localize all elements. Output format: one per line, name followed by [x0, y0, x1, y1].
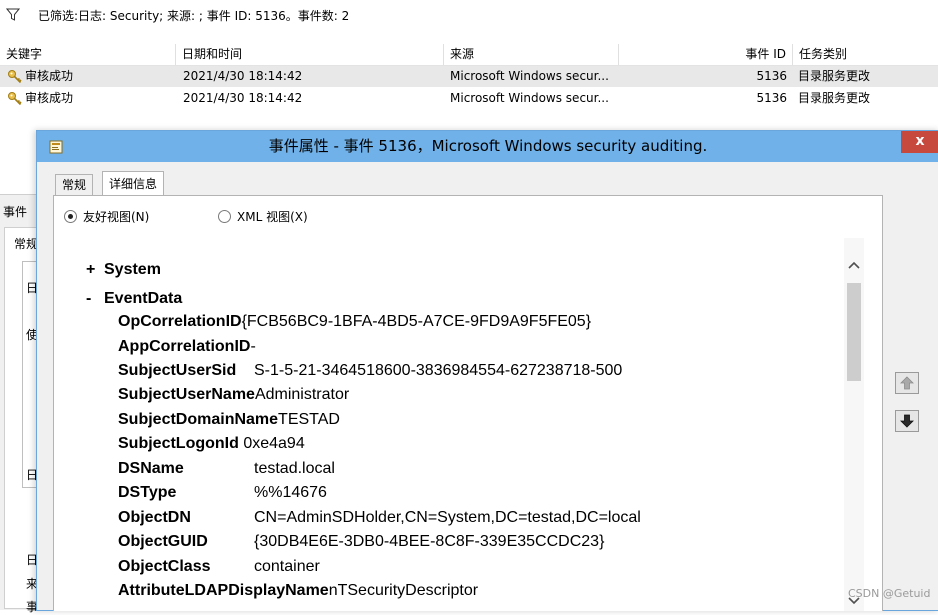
row-task-category: 目录服务更改: [798, 91, 871, 105]
chevron-up-icon[interactable]: [848, 260, 860, 270]
scrollbar-thumb[interactable]: [847, 283, 861, 381]
column-header-datetime[interactable]: 日期和时间: [176, 44, 444, 65]
vertical-scrollbar[interactable]: [844, 238, 864, 611]
radio-unselected-icon: [218, 210, 231, 223]
event-data-content: + System - EventData OpCorrelationID{FCB56…: [72, 238, 844, 611]
friendly-view-radio[interactable]: 友好视图(N): [64, 209, 149, 225]
field-value: TESTAD: [278, 411, 340, 428]
details-panel: 友好视图(N) XML 视图(X) + System - EventData OpC…: [53, 195, 883, 611]
field-name: ObjectDN: [118, 509, 191, 526]
tree-node-label: System: [104, 261, 161, 278]
column-header-keyword[interactable]: 关键字: [0, 44, 176, 65]
field-value: container: [254, 558, 320, 575]
field-value: S-1-5-21-3464518600-3836984554-627238718…: [254, 362, 623, 379]
field-value: Administrator: [254, 386, 350, 403]
tab-details[interactable]: 详细信息: [102, 171, 165, 196]
field-value: CN=AdminSDHolder,CN=System,DC=testad,DC=…: [254, 509, 641, 526]
next-event-button[interactable]: [895, 410, 919, 432]
row-event-id: 5136: [756, 69, 787, 83]
friendly-view-label: 友好视图(N): [83, 210, 150, 224]
filter-summary: 已筛选:日志: Security; 来源: ; 事件 ID: 5136。事件数:…: [38, 9, 350, 23]
expand-sign: +: [86, 261, 96, 278]
field-name: SubjectLogonId: [118, 435, 239, 452]
field-name: DSName: [118, 460, 184, 477]
row-datetime: 2021/4/30 18:14:42: [183, 91, 303, 105]
row-source: Microsoft Windows secur...: [450, 69, 609, 83]
tab-general[interactable]: 常规: [55, 174, 94, 196]
table-row[interactable]: 审核成功 2021/4/30 18:14:42 Microsoft Window…: [0, 66, 938, 87]
filter-bar: 已筛选:日志: Security; 来源: ; 事件 ID: 5136。事件数:…: [0, 0, 938, 45]
funnel-filter-icon: [6, 8, 20, 21]
row-keyword: 审核成功: [25, 69, 74, 83]
event-field: SubjectUserNameAdministrator: [118, 383, 349, 407]
field-name: AppCorrelationID: [118, 338, 251, 355]
tree-node-system[interactable]: + System: [86, 261, 161, 279]
xml-view-label: XML 视图(X): [237, 210, 308, 224]
field-name: SubjectUserName: [118, 386, 255, 403]
field-name: SubjectUserSid: [118, 362, 237, 379]
field-value: {FCB56BC9-1BFA-4BD5-A7CE-9FD9A9F5FE05}: [241, 313, 592, 330]
key-icon: [8, 92, 22, 106]
watermark: CSDN @Getuid: [848, 587, 931, 600]
event-data-view: + System - EventData OpCorrelationID{FCB56…: [72, 238, 864, 611]
event-field: ObjectClass container: [118, 555, 838, 579]
row-datetime: 2021/4/30 18:14:42: [183, 69, 303, 83]
field-name: DSType: [118, 484, 177, 501]
event-field: OpCorrelationID{FCB56BC9-1BFA-4BD5-A7CE-…: [118, 310, 591, 334]
row-task-category: 目录服务更改: [798, 69, 871, 83]
collapse-sign: -: [86, 290, 92, 307]
key-icon: [8, 70, 22, 84]
event-properties-dialog: 事件属性 - 事件 5136，Microsoft Windows securit…: [36, 130, 938, 611]
tree-node-eventdata[interactable]: - EventData: [86, 290, 182, 308]
event-field: AttributeLDAPDisplayNamenTSecurityDescri…: [118, 579, 478, 603]
dialog-titlebar[interactable]: 事件属性 - 事件 5136，Microsoft Windows securit…: [37, 131, 938, 162]
field-value: {30DB4E6E-3DB0-4BEE-8C8F-339E35CCDC23}: [254, 533, 605, 550]
row-event-id: 5136: [756, 91, 787, 105]
previous-event-button[interactable]: [895, 372, 919, 394]
xml-view-radio[interactable]: XML 视图(X): [218, 209, 308, 225]
column-header-source[interactable]: 来源: [444, 44, 619, 65]
row-source: Microsoft Windows secur...: [450, 91, 609, 105]
field-value: %%14676: [254, 484, 327, 501]
event-grid-header: 关键字 日期和时间 来源 事件 ID 任务类别: [0, 44, 938, 66]
arrow-up-icon: [900, 376, 914, 390]
event-field: SubjectUserSid S-1-5-21-3464518600-38369…: [118, 359, 838, 383]
preview-subtab-general[interactable]: 常规: [14, 235, 38, 252]
event-field: DSName testad.local: [118, 457, 838, 481]
dialog-title: 事件属性 - 事件 5136，Microsoft Windows securit…: [268, 137, 708, 155]
row-keyword: 审核成功: [25, 91, 74, 105]
field-name: ObjectClass: [118, 558, 211, 575]
field-name: OpCorrelationID: [118, 313, 242, 330]
event-field: DSType %%14676: [118, 481, 838, 505]
field-name: SubjectDomainName: [118, 411, 279, 428]
event-field: SubjectLogonId 0xe4a94: [118, 432, 305, 456]
field-value: testad.local: [254, 460, 335, 477]
tree-node-label: EventData: [104, 290, 183, 307]
event-field: SubjectDomainNameTESTAD: [118, 408, 340, 432]
close-button[interactable]: x: [901, 131, 938, 153]
event-field: AppCorrelationID-: [118, 335, 256, 359]
event-field: ObjectGUID {30DB4E6E-3DB0-4BEE-8C8F-339E…: [118, 530, 838, 554]
column-header-event-id[interactable]: 事件 ID: [619, 44, 793, 65]
preview-tab-event[interactable]: 事件: [3, 203, 27, 220]
table-row[interactable]: 审核成功 2021/4/30 18:14:42 Microsoft Window…: [0, 88, 938, 109]
field-value: nTSecurityDescriptor: [328, 582, 479, 599]
field-value: -: [250, 338, 256, 355]
event-field: ObjectDN CN=AdminSDHolder,CN=System,DC=t…: [118, 506, 838, 530]
field-name: ObjectGUID: [118, 533, 208, 550]
column-header-task-category[interactable]: 任务类别: [793, 44, 938, 65]
field-name: AttributeLDAPDisplayName: [118, 582, 329, 599]
radio-selected-icon: [64, 210, 77, 223]
field-value: 0xe4a94: [243, 435, 305, 452]
arrow-down-icon: [900, 414, 914, 428]
